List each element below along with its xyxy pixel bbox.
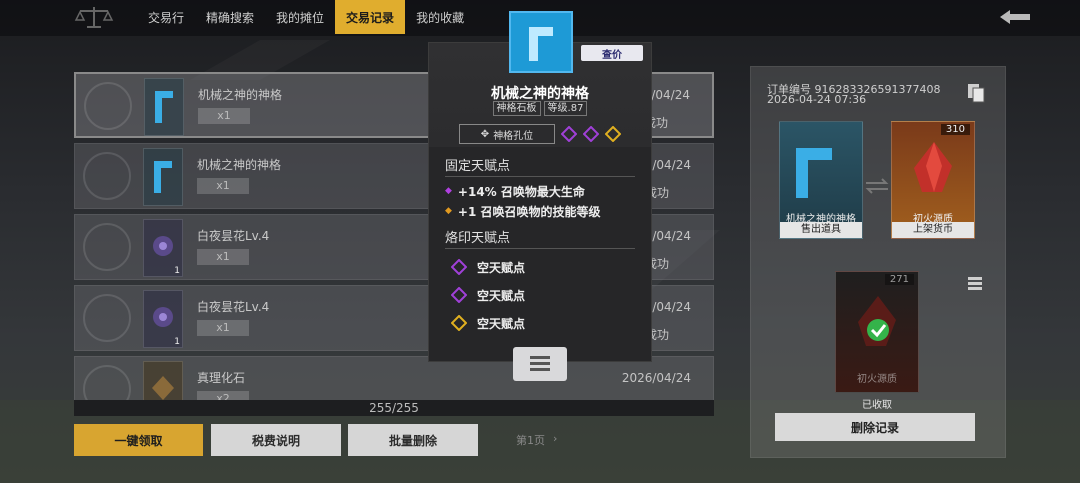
sold-item-card[interactable]: 机械之神的神格 售出道具 <box>779 121 863 239</box>
delete-record-button[interactable]: 删除记录 <box>775 413 975 441</box>
tab-my-stall[interactable]: 我的摊位 <box>265 0 335 34</box>
imprint-slot: 空天赋点 <box>445 253 635 281</box>
pagination[interactable]: 第1页 › <box>516 432 557 448</box>
item-name: 白夜昙花Lv.4 <box>197 300 270 314</box>
tab-precise-search[interactable]: 精确搜索 <box>195 0 265 34</box>
received-caption: 已收取 <box>862 400 892 411</box>
page-label: 第1页 <box>516 434 545 447</box>
hamburger-menu-icon <box>530 356 550 371</box>
record-date: 2026/04/24 <box>621 371 691 385</box>
blue-glyph-icon <box>529 27 553 61</box>
fixed-talent-title: 固定天赋点 <box>445 155 635 177</box>
item-qty: x1 <box>197 178 249 194</box>
claim-all-button[interactable]: 一键领取 <box>74 424 203 456</box>
slot-icon: ✥ <box>480 128 490 140</box>
menu-button[interactable] <box>513 347 567 381</box>
gold-stone-icon <box>152 376 174 400</box>
copy-icon[interactable] <box>967 83 985 103</box>
purple-diamond-icon <box>583 126 599 142</box>
scales-logo-icon <box>74 7 114 28</box>
item-thumbnail <box>144 78 184 136</box>
item-thumbnail <box>143 361 183 400</box>
slot-label: 神格孔位 <box>493 130 534 142</box>
purple-diamond-icon <box>451 259 467 275</box>
thumb-count: 1 <box>174 266 180 276</box>
seal-icon <box>84 82 132 130</box>
tab-my-favorites[interactable]: 我的收藏 <box>405 0 475 34</box>
seal-icon <box>83 365 131 400</box>
received-name: 初火源质 <box>857 374 897 385</box>
blue-glyph-icon <box>796 148 832 198</box>
item-qty: x2 <box>197 391 249 400</box>
sold-caption: 售出道具 <box>780 222 862 238</box>
item-tags: 神格石板 等级.87 <box>429 101 651 116</box>
gold-diamond-icon <box>451 315 467 331</box>
item-thumbnail: 1 <box>143 290 183 348</box>
fixed-talent-item: ◆ +14% 召唤物最大生命 <box>445 184 585 199</box>
batch-delete-button[interactable]: 批量删除 <box>348 424 478 456</box>
blue-glyph-icon <box>155 91 173 123</box>
fixed-talent-item: ◆ +1 召唤召唤物的技能等级 <box>445 204 601 219</box>
item-level-tag: 等级.87 <box>543 101 588 116</box>
item-qty: x1 <box>197 320 249 336</box>
orange-bullet-icon: ◆ <box>445 206 452 216</box>
item-detail-popup: 查价 机械之神的神格 神格石板 等级.87 ✥ 神格孔位 固定天赋点 ◆ +14… <box>428 11 652 381</box>
order-time: 2026-04-24 07:36 <box>767 93 867 106</box>
slot-label-box: ✥ 神格孔位 <box>459 124 555 144</box>
thumb-count: 1 <box>174 337 180 347</box>
gold-diamond-icon <box>605 126 621 142</box>
red-crystal-icon <box>858 296 896 346</box>
purple-diamond-icon <box>561 126 577 142</box>
item-thumbnail: 1 <box>143 219 183 277</box>
slot-row: ✥ 神格孔位 <box>459 124 621 144</box>
currency-amount: 310 <box>940 124 970 135</box>
red-crystal-icon <box>914 142 952 192</box>
item-title: 机械之神的神格 <box>491 86 589 102</box>
item-name: 机械之神的神格 <box>197 158 282 172</box>
blue-glyph-icon <box>154 161 172 193</box>
received-amount: 271 <box>884 274 914 285</box>
item-name: 白夜昙花Lv.4 <box>197 229 270 243</box>
tax-info-button[interactable]: 税费说明 <box>211 424 341 456</box>
nav-tabs: 交易行 精确搜索 我的摊位 交易记录 我的收藏 <box>137 0 475 34</box>
list-icon[interactable] <box>967 275 983 291</box>
currency-caption: 上架货币 <box>892 222 974 238</box>
seal-icon <box>83 294 131 342</box>
item-qty: x1 <box>197 249 249 265</box>
price-check-button[interactable]: 查价 <box>581 45 643 61</box>
item-icon <box>509 11 573 73</box>
seal-icon <box>83 152 131 200</box>
popup-body: 固定天赋点 ◆ +14% 召唤物最大生命 ◆ +1 召唤召唤物的技能等级 烙印天… <box>445 155 635 337</box>
list-item[interactable]: 真理化石 x2 2026/04/24 <box>74 356 714 400</box>
order-detail-panel: 订单编号 916283326591377408 2026-04-24 07:36… <box>750 66 1006 458</box>
back-arrow-icon[interactable] <box>998 8 1032 26</box>
imprint-slot: 空天赋点 <box>445 309 635 337</box>
purple-bullet-icon: ◆ <box>445 186 452 196</box>
purple-diamond-icon <box>451 287 467 303</box>
imprint-talent-title: 烙印天赋点 <box>445 227 635 249</box>
seal-icon <box>83 223 131 271</box>
item-name: 真理化石 <box>197 371 246 385</box>
received-currency-card[interactable]: 271 初火源质 已收取 <box>835 271 919 411</box>
imprint-slot: 空天赋点 <box>445 281 635 309</box>
item-name: 机械之神的神格 <box>198 88 283 102</box>
listing-currency-card[interactable]: 310 初火源质 上架货币 <box>891 121 975 239</box>
chevron-right-icon[interactable]: › <box>553 432 557 448</box>
tab-trade-records[interactable]: 交易记录 <box>335 0 406 34</box>
item-thumbnail <box>143 148 183 206</box>
item-type-tag: 神格石板 <box>492 101 541 116</box>
item-qty: x1 <box>198 108 250 124</box>
tab-trade-market[interactable]: 交易行 <box>137 0 195 34</box>
record-count: 255/255 <box>74 400 714 416</box>
exchange-arrows-icon <box>865 178 889 194</box>
